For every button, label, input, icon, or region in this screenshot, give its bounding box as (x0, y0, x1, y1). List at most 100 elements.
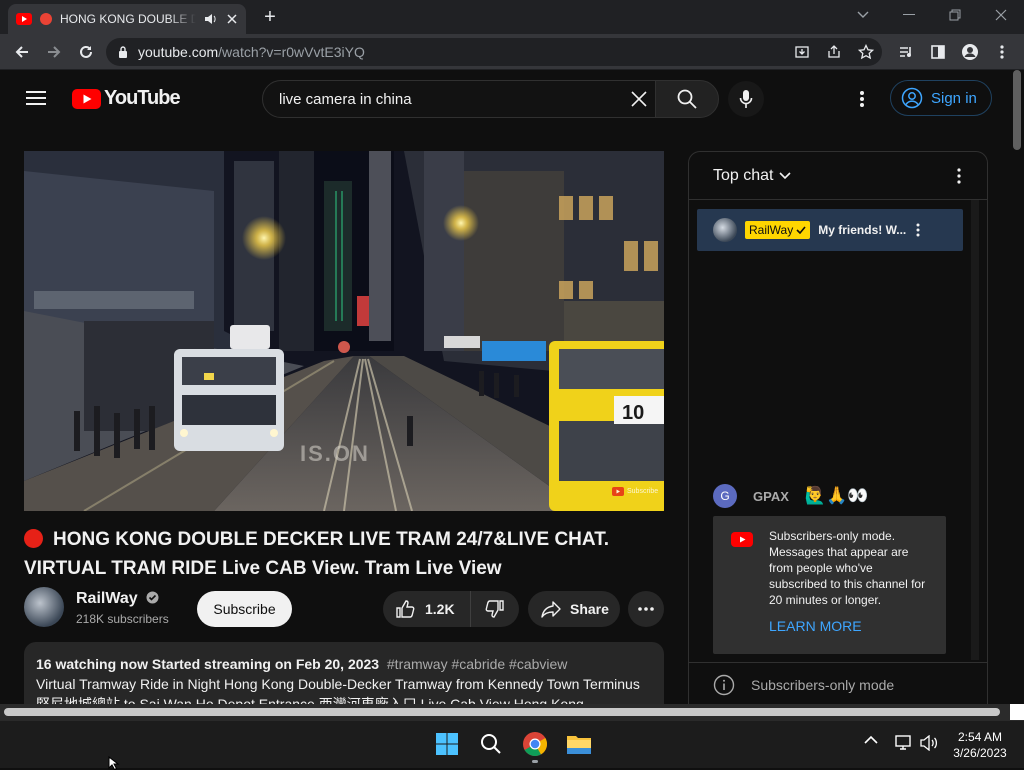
video-overlay-text: IS.ON (300, 441, 370, 466)
system-clock[interactable]: 2:54 AM 3/26/2023 (940, 729, 1020, 761)
scrollbar-corner (1010, 704, 1024, 720)
chevron-down-icon[interactable] (779, 171, 792, 180)
search-value: live camera in china (279, 90, 412, 108)
pinned-avatar (713, 218, 737, 242)
chat-mode-label: Subscribers-only mode (751, 676, 895, 693)
bookmark-star-icon[interactable] (852, 38, 880, 66)
top-chat-dropdown[interactable]: Top chat (713, 167, 773, 185)
reload-icon[interactable] (72, 38, 100, 66)
address-bar[interactable]: youtube.com/watch?v=r0wVvtE3iYQ (106, 38, 882, 66)
channel-name[interactable]: RailWay (76, 590, 159, 608)
verified-check-icon (146, 591, 159, 604)
youtube-favicon-icon (16, 13, 32, 25)
channel-avatar[interactable] (24, 587, 64, 627)
search-button[interactable] (655, 80, 719, 118)
description-box[interactable]: 16 watching now Started streaming on Feb… (24, 642, 664, 704)
browser-tab-strip: HONG KONG DOUBLE DECKER LIVE TRAM + (0, 0, 1024, 34)
taskbar-search-icon[interactable] (473, 727, 509, 761)
volume-icon[interactable] (920, 735, 938, 751)
minimize-icon[interactable] (886, 0, 932, 30)
account-icon (901, 87, 923, 109)
search-icon (677, 89, 697, 109)
recording-icon (40, 13, 52, 25)
new-tab-icon[interactable]: + (258, 6, 282, 28)
youtube-logo[interactable]: YouTube (72, 87, 181, 110)
description-text: Virtual Tramway Ride in Night Hong Kong … (36, 676, 640, 704)
side-panel-icon[interactable] (924, 38, 952, 66)
profile-icon[interactable] (956, 38, 984, 66)
video-title: HONG KONG DOUBLE DECKER LIVE TRAM 24/7&L… (24, 529, 609, 579)
chat-message: G GPAX 🙋‍♂️🙏👀 (713, 484, 868, 508)
forward-icon[interactable] (40, 38, 68, 66)
video-player[interactable]: 10 IS.ON Subscribe (24, 151, 664, 511)
hashtags[interactable]: #tramway #cabride #cabview (387, 656, 568, 672)
share-arrow-icon (541, 601, 561, 618)
youtube-logo-icon (72, 88, 101, 109)
subscribers-only-notice: Subscribers-only mode. Messages that app… (713, 516, 946, 654)
subscribe-button[interactable]: Subscribe (197, 591, 292, 627)
clock-time: 2:54 AM (957, 730, 1003, 744)
chrome-taskbar-icon[interactable] (517, 727, 553, 761)
search-input[interactable]: live camera in china (262, 80, 656, 118)
svg-text:10: 10 (622, 402, 644, 424)
file-explorer-icon[interactable] (561, 727, 597, 761)
chat-author-avatar: G (713, 484, 737, 508)
back-icon[interactable] (8, 38, 36, 66)
hamburger-menu-icon[interactable] (24, 86, 48, 110)
network-icon[interactable] (895, 735, 913, 751)
url-text: youtube.com/watch?v=r0wVvtE3iYQ (138, 44, 365, 60)
live-chat-panel: Top chat RailWay My friends! W... G GPAX… (688, 151, 988, 704)
youtube-notice-icon (731, 532, 753, 547)
lock-icon[interactable] (118, 46, 128, 58)
settings-menu-icon[interactable] (850, 87, 874, 111)
tab-search-icon[interactable] (840, 0, 886, 30)
horizontal-scroll-thumb[interactable] (4, 708, 1000, 716)
share-page-icon[interactable] (820, 38, 848, 66)
live-indicator-icon (24, 529, 43, 548)
dislike-button[interactable] (471, 599, 519, 619)
close-window-icon[interactable] (978, 0, 1024, 30)
tray-chevron-up-icon[interactable] (864, 735, 878, 745)
media-controls-icon[interactable] (892, 38, 920, 66)
windows-start-icon[interactable] (429, 727, 465, 761)
vertical-scroll-thumb[interactable] (1013, 70, 1021, 150)
chat-scrollbar[interactable] (971, 200, 979, 660)
info-icon[interactable] (713, 674, 735, 696)
browser-toolbar: youtube.com/watch?v=r0wVvtE3iYQ (0, 34, 1024, 70)
more-actions-button[interactable] (628, 591, 664, 627)
more-horizontal-icon (638, 607, 654, 611)
like-dislike-group: 1.2K (383, 591, 519, 627)
check-icon (796, 226, 806, 234)
pinned-message[interactable]: RailWay My friends! W... (697, 209, 963, 251)
chrome-menu-icon[interactable] (988, 38, 1016, 66)
pinned-menu-icon[interactable] (916, 223, 920, 237)
thumbs-down-icon (485, 600, 504, 618)
close-tab-icon[interactable] (226, 13, 238, 25)
page-vertical-scrollbar[interactable] (1010, 70, 1024, 704)
notice-text: Subscribers-only mode. Messages that app… (769, 529, 926, 607)
restore-icon[interactable] (932, 0, 978, 30)
youtube-watermark-icon (612, 487, 624, 496)
chrome-active-indicator (532, 760, 538, 763)
clock-date: 3/26/2023 (953, 746, 1007, 760)
install-app-icon[interactable] (788, 38, 816, 66)
subscriber-count: 218K subscribers (76, 612, 169, 626)
subscribe-watermark[interactable]: Subscribe (612, 487, 658, 496)
share-button[interactable]: Share (528, 591, 620, 627)
voice-search-button[interactable] (728, 81, 764, 117)
chat-footer: Subscribers-only mode (689, 662, 987, 704)
speaker-icon[interactable] (204, 13, 218, 25)
chat-menu-icon[interactable] (957, 168, 961, 184)
browser-tab[interactable]: HONG KONG DOUBLE DECKER LIVE TRAM (8, 4, 246, 34)
like-button[interactable]: 1.2K (383, 591, 471, 627)
tab-title: HONG KONG DOUBLE DECKER LIVE TRAM (60, 12, 196, 26)
clear-search-icon[interactable] (631, 91, 647, 107)
chat-message-text: 🙋‍♂️🙏👀 (804, 486, 869, 505)
microphone-icon (739, 90, 753, 108)
description-meta: 16 watching now Started streaming on Feb… (36, 656, 568, 672)
page-horizontal-scrollbar[interactable] (0, 704, 1010, 720)
chat-author-name[interactable]: GPAX (753, 489, 789, 504)
pinned-text: My friends! W... (818, 223, 907, 237)
learn-more-link[interactable]: LEARN MORE (769, 618, 934, 634)
sign-in-button[interactable]: Sign in (890, 80, 992, 116)
